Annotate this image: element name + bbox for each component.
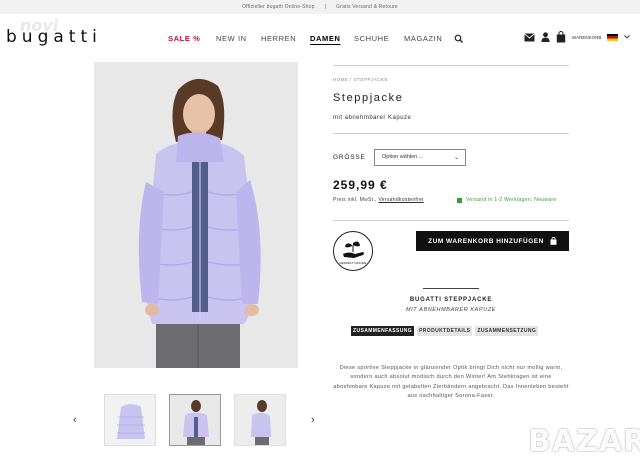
bag-icon — [550, 237, 557, 245]
cart-icon[interactable] — [556, 31, 566, 43]
price-note: Preis inkl. MwSt., Versandkostenfrei — [333, 197, 424, 203]
product-title: Steppjacke — [333, 92, 404, 104]
product-subtitle: mit abnehmbarer Kapuze — [333, 115, 412, 121]
chevron-down-icon[interactable] — [624, 35, 631, 39]
product-price: 259,99 € — [333, 178, 388, 192]
search-icon[interactable] — [454, 34, 464, 44]
thumbnail-jacket-front — [105, 395, 155, 445]
tab-zusammenfassung[interactable]: ZUSAMMENFASSUNG — [351, 326, 415, 336]
user-icon[interactable] — [541, 32, 550, 42]
promo-shipping: Gratis Versand & Retoure — [336, 4, 398, 10]
product-photo — [94, 62, 298, 368]
germany-flag-icon[interactable] — [607, 33, 619, 41]
promo-separator: | — [324, 4, 327, 10]
thumb-next-arrow[interactable]: › — [311, 414, 315, 426]
thumbnail-2[interactable] — [169, 394, 221, 446]
divider-2 — [333, 220, 569, 221]
product-main-image[interactable] — [94, 62, 298, 368]
thumbnail-model — [170, 395, 220, 445]
watermark-top: novi — [20, 16, 59, 35]
add-to-cart-label: ZUM WARENKORB HINZUFÜGEN — [428, 237, 544, 245]
badge-text: RESPECT NATURE — [339, 261, 366, 265]
size-select-value: Option wählen ... — [382, 154, 424, 160]
divider-1 — [333, 133, 569, 134]
description-subheading: MIT ABNEHMBARER KAPUZE — [405, 307, 496, 313]
watermark-bottom: BAZAR — [528, 424, 640, 459]
divider-top — [333, 65, 569, 66]
tab-produktdetails[interactable]: PRODUKTDETAILS — [417, 326, 473, 336]
mail-icon[interactable] — [524, 32, 535, 42]
availability-icon — [457, 197, 462, 203]
section-divider — [423, 288, 479, 289]
respect-nature-badge: RESPECT NATURE — [333, 231, 373, 271]
nav-magazin[interactable]: MAGAZIN — [404, 34, 442, 43]
breadcrumb[interactable]: HOME / STEPPJACKE — [333, 77, 388, 82]
shipping-cost-link[interactable]: Versandkostenfrei — [378, 197, 423, 203]
shipping-info-text: Versand in 1-2 Werktagen, Neuware — [466, 197, 557, 203]
nav-herren[interactable]: HERREN — [261, 34, 296, 43]
tab-zusammensetzung[interactable]: ZUSAMMENSETZUNG — [475, 326, 539, 336]
size-label: GRÖSSE — [333, 154, 366, 161]
promo-official: Offizieller bugatti Online-Shop — [242, 4, 315, 10]
thumb-prev-arrow[interactable]: ‹ — [73, 414, 77, 426]
description-tabs: ZUSAMMENFASSUNG PRODUKTDETAILS ZUSAMMENS… — [351, 326, 539, 336]
promo-bar: Offizieller bugatti Online-Shop | Gratis… — [0, 0, 640, 14]
plant-hand-icon: RESPECT NATURE — [339, 241, 367, 265]
header-actions: WARENKORB — [524, 31, 631, 43]
nav-new-in[interactable]: NEW IN — [216, 34, 247, 43]
cart-label[interactable]: WARENKORB — [572, 35, 601, 40]
nav-damen[interactable]: DAMEN — [310, 34, 341, 43]
nav-schuhe[interactable]: SCHUHE — [354, 34, 389, 43]
site-header: bugatti SALE % NEW IN HERREN DAMEN SCHUH… — [0, 14, 640, 62]
product-description: Diese sportive Steppjacke in glänzender … — [333, 365, 569, 400]
thumbnail-3[interactable] — [234, 394, 286, 446]
price-note-text: Preis inkl. MwSt., — [333, 197, 377, 203]
description-heading: BUGATTI STEPPJACKE — [409, 297, 493, 303]
add-to-cart-button[interactable]: ZUM WARENKORB HINZUFÜGEN — [416, 231, 569, 251]
thumbnail-1[interactable] — [104, 394, 156, 446]
nav-sale[interactable]: SALE % — [168, 34, 200, 43]
thumbnail-model-side — [235, 395, 285, 445]
size-select[interactable]: Option wählen ... ⌄ — [374, 149, 466, 166]
chevron-down-icon: ⌄ — [453, 155, 459, 161]
shipping-info: Versand in 1-2 Werktagen, Neuware — [457, 197, 556, 203]
